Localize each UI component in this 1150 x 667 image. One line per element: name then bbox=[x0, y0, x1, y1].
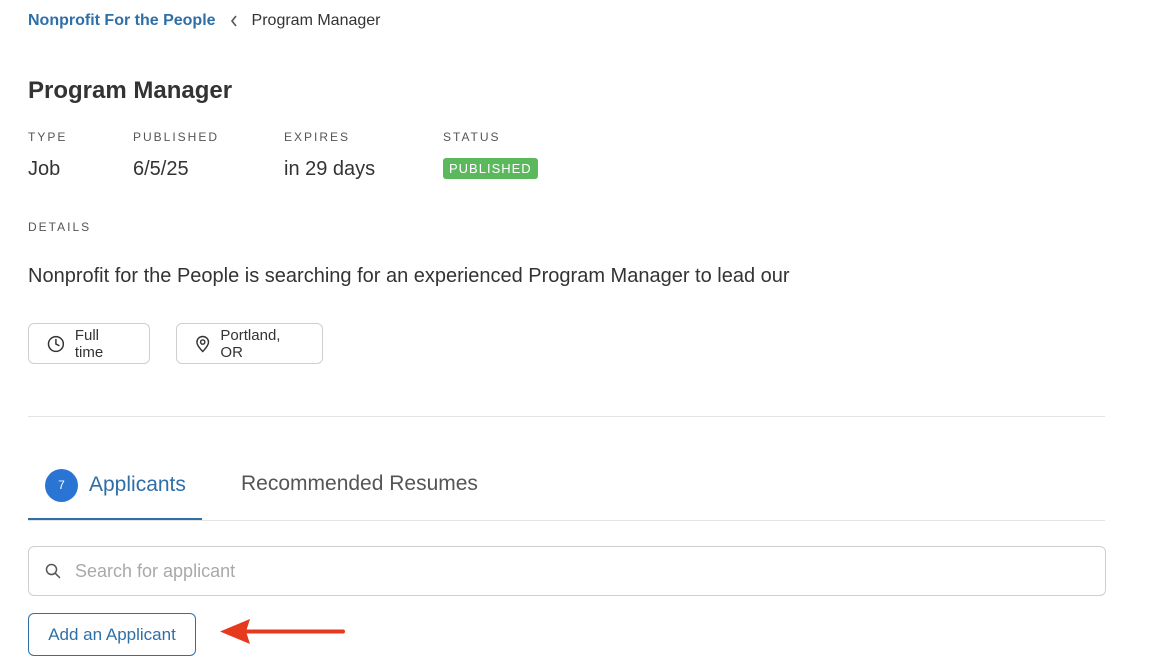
meta-published: PUBLISHED 6/5/25 bbox=[133, 130, 219, 181]
breadcrumb: Nonprofit For the People Program Manager bbox=[28, 10, 381, 32]
map-pin-icon bbox=[196, 335, 210, 353]
employment-type-chip: Full time bbox=[28, 323, 150, 364]
location-chip: Portland, OR bbox=[176, 323, 323, 364]
meta-published-label: PUBLISHED bbox=[133, 130, 220, 144]
details-label: DETAILS bbox=[28, 220, 92, 234]
details-text: Nonprofit for the People is searching fo… bbox=[28, 265, 790, 287]
tab-recommended-resumes-label: Recommended Resumes bbox=[241, 472, 478, 495]
chevron-left-icon bbox=[230, 15, 238, 27]
location-label: Portland, OR bbox=[220, 326, 281, 361]
tab-applicants[interactable]: 7 Applicants bbox=[28, 460, 202, 520]
search-icon bbox=[45, 563, 61, 579]
meta-type-label: TYPE bbox=[28, 130, 68, 144]
tab-recommended-resumes[interactable]: Recommended Resumes bbox=[241, 460, 478, 520]
meta-expires-value: in 29 days bbox=[284, 158, 376, 180]
section-divider bbox=[28, 416, 1105, 417]
add-applicant-button[interactable]: Add an Applicant bbox=[28, 613, 196, 656]
job-detail-page: Nonprofit For the People Program Manager… bbox=[0, 0, 1150, 667]
annotation-arrow-icon bbox=[220, 619, 345, 644]
meta-type-value: Job bbox=[28, 158, 61, 180]
status-badge: PUBLISHED bbox=[443, 158, 538, 179]
clock-icon bbox=[47, 335, 65, 352]
applicant-search bbox=[28, 546, 1106, 596]
meta-published-value: 6/5/25 bbox=[133, 158, 189, 180]
employment-type-label: Full time bbox=[74, 326, 104, 361]
meta-expires-label: EXPIRES bbox=[284, 130, 351, 144]
page-title: Program Manager bbox=[28, 77, 233, 104]
tabs: 7 Applicants Recommended Resumes bbox=[28, 460, 1105, 521]
meta-status-label: STATUS bbox=[443, 130, 501, 144]
meta-expires: EXPIRES in 29 days bbox=[284, 130, 375, 181]
meta-status: STATUS PUBLISHED bbox=[443, 130, 538, 179]
meta-type: TYPE Job bbox=[28, 130, 67, 181]
breadcrumb-org-link[interactable]: Nonprofit For the People bbox=[28, 12, 216, 30]
breadcrumb-current: Program Manager bbox=[251, 12, 381, 29]
search-input[interactable] bbox=[75, 560, 975, 582]
applicants-count-badge: 7 bbox=[45, 468, 78, 502]
tab-applicants-label: Applicants bbox=[89, 473, 186, 496]
